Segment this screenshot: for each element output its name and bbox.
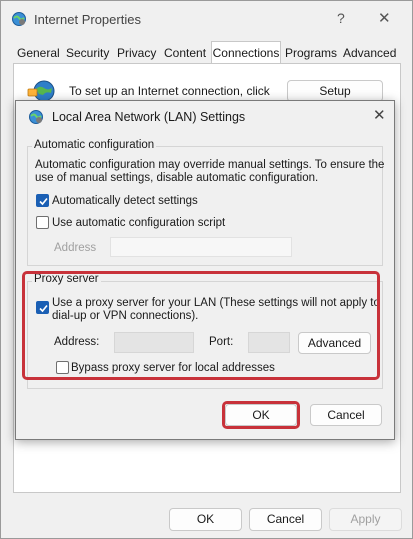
- auto-detect-checkbox[interactable]: [36, 194, 49, 207]
- proxy-highlight-box: [22, 271, 380, 380]
- ok-button[interactable]: OK: [169, 508, 242, 531]
- tab-general[interactable]: General: [17, 43, 60, 63]
- auto-config-description-2: use of manual settings, disable automati…: [35, 172, 319, 184]
- close-icon[interactable]: ✕: [378, 9, 391, 27]
- title-bar: Internet Properties ? ✕: [1, 1, 412, 37]
- tab-content[interactable]: Content: [164, 43, 206, 63]
- internet-options-icon: [12, 12, 26, 26]
- window-title: Internet Properties: [34, 12, 141, 27]
- lan-dialog-title: Local Area Network (LAN) Settings: [52, 110, 246, 124]
- setup-instruction: To set up an Internet connection, click: [69, 84, 270, 98]
- tab-privacy[interactable]: Privacy: [117, 43, 156, 63]
- apply-button[interactable]: Apply: [329, 508, 402, 531]
- lan-settings-dialog: Local Area Network (LAN) Settings ✕ Auto…: [15, 100, 395, 440]
- internet-options-icon: [29, 110, 43, 124]
- automatic-configuration-label: Automatic configuration: [32, 139, 157, 151]
- help-button[interactable]: ?: [337, 10, 345, 26]
- auto-detect-label[interactable]: Automatically detect settings: [52, 195, 198, 208]
- tab-connections[interactable]: Connections: [211, 41, 281, 65]
- tab-programs[interactable]: Programs: [285, 43, 337, 63]
- auto-address-label: Address: [54, 242, 97, 254]
- auto-address-input[interactable]: [110, 237, 292, 257]
- cancel-button[interactable]: Cancel: [249, 508, 322, 531]
- auto-script-label[interactable]: Use automatic configuration script: [52, 217, 225, 230]
- tab-security[interactable]: Security: [66, 43, 109, 63]
- ok-highlight-box: [222, 401, 300, 429]
- setup-button[interactable]: Setup: [287, 80, 383, 102]
- tab-advanced[interactable]: Advanced: [343, 43, 396, 63]
- lan-cancel-button[interactable]: Cancel: [310, 404, 382, 426]
- close-icon[interactable]: ✕: [373, 106, 386, 124]
- auto-config-description-1: Automatic configuration may override man…: [35, 159, 385, 171]
- internet-properties-window: Internet Properties ? ✕ General Security…: [0, 0, 413, 539]
- auto-script-checkbox[interactable]: [36, 216, 49, 229]
